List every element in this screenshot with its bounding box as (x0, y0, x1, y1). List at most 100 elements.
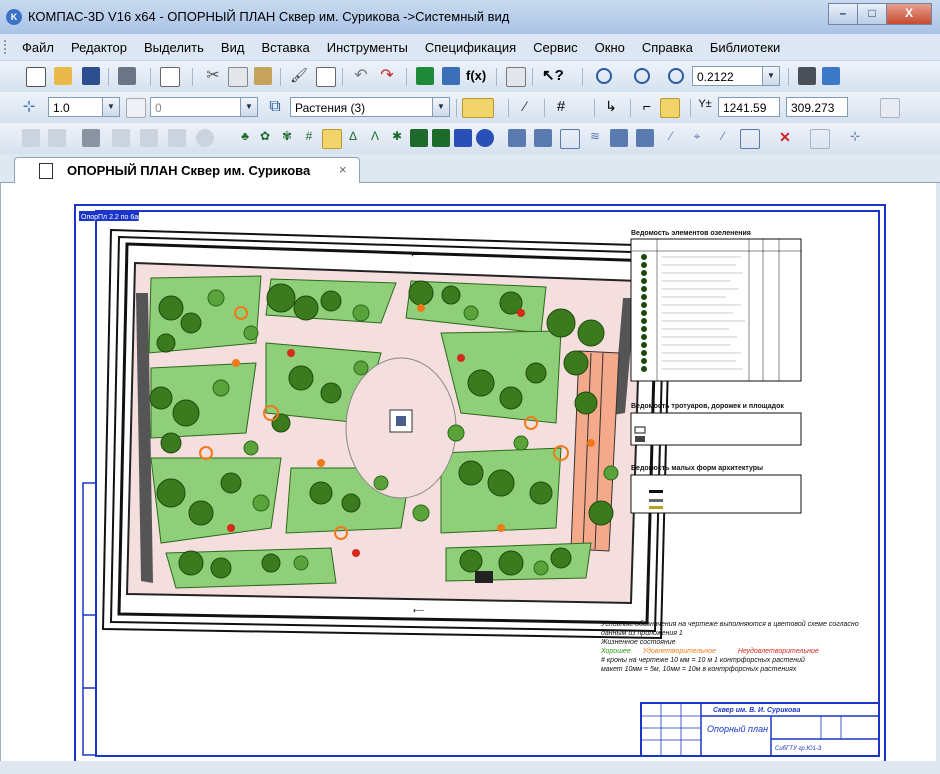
menu-view[interactable]: Вид (221, 40, 245, 55)
preview-icon[interactable] (160, 67, 180, 87)
path-tool-icon[interactable] (508, 129, 526, 147)
measure-icon[interactable] (168, 129, 186, 147)
cut-icon[interactable]: ✂ (204, 67, 222, 85)
merge-tool-icon[interactable] (636, 129, 654, 147)
plants-tool-1-icon[interactable]: ♣ (236, 129, 254, 147)
close-icon[interactable]: × (339, 162, 347, 177)
constraint-icon[interactable] (140, 129, 158, 147)
local-cs-icon[interactable]: ↳ (602, 98, 620, 116)
window-title: КОМПАС-3D V16 x64 - ОПОРНЫЙ ПЛАН Сквер и… (28, 9, 510, 24)
vertical-scrollbar[interactable] (936, 183, 940, 771)
calc-icon[interactable] (506, 67, 526, 87)
grid-step-icon[interactable]: ⊹ (20, 98, 38, 116)
layer-icon[interactable]: ⧉ (266, 98, 284, 116)
grid-icon[interactable]: # (552, 98, 570, 116)
plants-tool-5-icon[interactable] (322, 129, 342, 149)
menu-select[interactable]: Выделить (144, 40, 204, 55)
menu-tools[interactable]: Инструменты (327, 40, 408, 55)
menu-window[interactable]: Окно (595, 40, 625, 55)
zoom-all-icon[interactable] (634, 68, 650, 84)
properties-brush-icon[interactable]: 🖌 (290, 67, 308, 85)
coord-y-field[interactable]: 309.273 (786, 97, 848, 117)
kompas-app-icon[interactable]: K (6, 9, 22, 25)
redo-icon[interactable]: ↷ (378, 67, 396, 85)
list-icon[interactable] (316, 67, 336, 87)
maximize-button[interactable]: □ (857, 3, 887, 25)
new-document-icon[interactable] (26, 67, 46, 87)
param-icon[interactable] (112, 129, 130, 147)
group-tool-icon[interactable] (610, 129, 628, 147)
plants-tool-4-icon[interactable]: # (300, 129, 318, 147)
menu-file[interactable]: Файл (22, 40, 54, 55)
delete-tool-icon[interactable]: ✕ (776, 129, 794, 147)
manager-icon[interactable] (416, 67, 434, 85)
coord-x-field[interactable]: 1241.59 (718, 97, 780, 117)
color-magnet-icon[interactable] (462, 98, 494, 118)
circle-icon[interactable] (196, 129, 214, 147)
zoom-window-icon[interactable] (596, 68, 612, 84)
print-icon[interactable] (118, 67, 136, 85)
plants-tool-8-icon[interactable]: ✱ (388, 129, 406, 147)
menu-service[interactable]: Сервис (533, 40, 578, 55)
plants-tool-6-icon[interactable]: ∆ (344, 129, 362, 147)
bar-tool-icon[interactable] (810, 129, 830, 149)
plants-tool-2-icon[interactable]: ✿ (256, 129, 274, 147)
drawing-canvas[interactable]: ОпорПл 2.2 по 6арм ⟵ ⟵ ↓ Ведомость элеме… (0, 183, 937, 771)
rect-tool-icon[interactable] (560, 129, 580, 149)
spec-icon[interactable] (82, 129, 100, 147)
variables-fx-icon[interactable]: f(x) (466, 67, 486, 85)
save-icon[interactable] (82, 67, 100, 85)
ortho-icon[interactable]: ⁄ (516, 98, 534, 116)
paste-icon[interactable] (254, 67, 272, 85)
undo-icon[interactable]: ↶ (352, 67, 370, 85)
table-icon[interactable] (48, 129, 66, 147)
menu-insert[interactable]: Вставка (261, 40, 309, 55)
dimension-tool-icon[interactable]: ⌖ (688, 129, 706, 147)
help-pointer-icon[interactable]: ↖? (542, 67, 564, 85)
close-button[interactable]: X (886, 3, 932, 25)
insert-tool-icon[interactable]: ⊹ (846, 129, 864, 147)
angle-icon[interactable] (126, 98, 146, 118)
title-block-code: СибГТУ гр.Ю1-3 (775, 746, 822, 752)
menu-libraries[interactable]: Библиотеки (710, 40, 780, 55)
chevron-down-icon[interactable]: ▼ (432, 98, 449, 116)
plants-tool-3-icon[interactable]: ✾ (278, 129, 296, 147)
plants-tool-12-icon[interactable] (476, 129, 494, 147)
plants-tool-9-icon[interactable] (410, 129, 428, 147)
step-combo[interactable]: 1.0 ▼ (48, 97, 120, 117)
hatch-tool-icon[interactable]: ≋ (586, 129, 604, 147)
cut-line-icon[interactable]: ⁄ (714, 129, 732, 147)
view-icon[interactable] (798, 67, 816, 85)
horizontal-scrollbar[interactable] (0, 761, 940, 771)
line-tool-icon[interactable]: ⁄ (662, 129, 680, 147)
menu-help[interactable]: Справка (642, 40, 693, 55)
edit-icon[interactable] (22, 129, 40, 147)
plants-tool-7-icon[interactable]: Λ (366, 129, 384, 147)
layer-combo[interactable]: Растения (3) ▼ (290, 97, 450, 117)
plants-tool-10-icon[interactable] (432, 129, 450, 147)
plants-tool-11-icon[interactable] (454, 129, 472, 147)
greenery-table (630, 238, 802, 382)
chevron-down-icon[interactable]: ▼ (762, 67, 779, 85)
note-color-scheme: Условные обозначения на чертеже выполняю… (601, 621, 859, 638)
zoom-in-icon[interactable] (668, 68, 684, 84)
open-folder-icon[interactable] (54, 67, 72, 85)
round-icon[interactable]: ⌐ (638, 98, 656, 116)
notes-block: Условные обозначения на чертеже выполняю… (601, 621, 859, 673)
tab-opornyi-plan[interactable]: ОПОРНЫЙ ПЛАН Сквер им. Сурикова × (14, 157, 360, 183)
apply-icon[interactable] (880, 98, 900, 118)
library-icon[interactable] (442, 67, 460, 85)
menu-specification[interactable]: Спецификация (425, 40, 516, 55)
zoom-combo[interactable]: 0.2122 ▼ (692, 66, 780, 86)
refresh-icon[interactable] (822, 67, 840, 85)
copy-tool-icon[interactable] (740, 129, 760, 149)
minimize-button[interactable]: – (828, 3, 858, 25)
angle-combo[interactable]: 0 ▼ (150, 97, 258, 117)
chevron-down-icon[interactable]: ▼ (240, 98, 257, 116)
menu-editor[interactable]: Редактор (71, 40, 127, 55)
copy-icon[interactable] (228, 67, 248, 87)
snap-icon[interactable] (660, 98, 680, 118)
chevron-down-icon[interactable]: ▼ (102, 98, 119, 116)
area-tool-icon[interactable] (534, 129, 552, 147)
toolbar-grip[interactable] (4, 40, 9, 54)
